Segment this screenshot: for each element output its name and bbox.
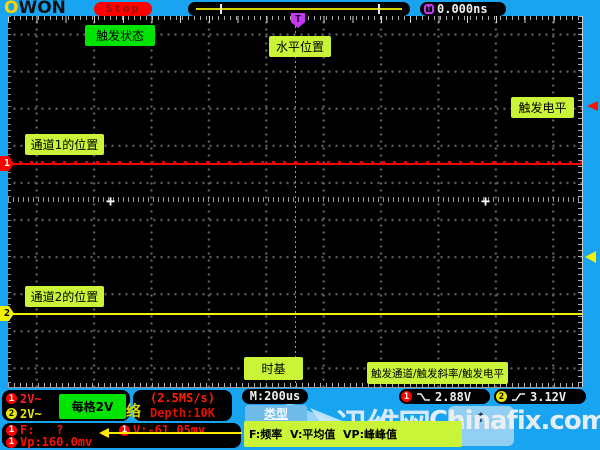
callout-trigger-status: 触发状态 (85, 25, 155, 46)
callout-volts-per-div: 每格2V (59, 394, 126, 419)
measurements-row2: 1 Vp:160.0mv (6, 436, 241, 448)
memory-depth: Depth:10K (133, 406, 232, 420)
trigger-readout-ch2: 2 3.12V (494, 389, 586, 404)
meas-vpp-badge: 1 (6, 437, 17, 448)
acquisition-box: (2.5MS/s) Depth:10K (133, 390, 232, 421)
meas-freq-badge: 1 (6, 425, 17, 436)
trigger-time-value: 0.000ns (437, 3, 488, 16)
memory-bar (196, 8, 402, 10)
callout-arrow-head (99, 428, 109, 438)
trigger-ch2-level: 3.12V (530, 390, 566, 404)
ch2-scale: 2V~ (20, 407, 42, 421)
window-right-tick (378, 4, 380, 14)
callout-arrow-line (108, 432, 242, 434)
meas-vpp: Vp:160.0mv (20, 435, 92, 449)
window-edge-marker-left: + (106, 192, 115, 210)
center-horizontal-axis (8, 197, 582, 202)
trigger-ch2-badge: 2 (496, 391, 507, 402)
trigger-t-icon: T (424, 4, 434, 14)
ch2-trace (8, 313, 582, 315)
trigger-ch1-level: 2.88V (435, 390, 471, 404)
callout-ch1-position: 通道1的位置 (25, 134, 104, 155)
sample-rate: (2.5MS/s) (133, 390, 232, 406)
callout-ch2-position: 通道2的位置 (25, 286, 104, 307)
ch1-trace (8, 163, 582, 165)
callout-horizontal-position: 水平位置 (269, 36, 331, 57)
rising-edge-icon (511, 392, 526, 402)
acquisition-status-badge: Stop (94, 2, 152, 16)
oscilloscope-screen: OWON Stop T 0.000ns + + T 触发状态 水平位置 触发电平… (0, 0, 600, 450)
trigger-time-readout: T 0.000ns (420, 2, 506, 16)
callout-timebase: 时基 (244, 357, 303, 380)
graticule: + + (8, 16, 582, 387)
callout-measure-hint: F:频率 V:平均值 VP:峰峰值 (244, 421, 462, 447)
measurements-box: 1 F: ? 1 V:-61.05mv 1 Vp:160.0mv (2, 423, 241, 448)
ch1-badge: 1 (6, 393, 17, 404)
meas-mean: V:-61.05mv (133, 423, 205, 437)
ch2-badge: 2 (6, 408, 17, 419)
callout-trigger-level: 触发电平 (511, 97, 574, 118)
window-edge-marker-right: + (481, 192, 490, 210)
trigger-level-arrow-ch2 (585, 251, 596, 263)
ch1-scale: 2V~ (20, 392, 42, 406)
callout-trigger-settings: 触发通道/触发斜率/触发电平 (367, 362, 508, 384)
trigger-level-arrow-ch1 (587, 101, 598, 111)
main-timebase-readout: M:200us (242, 389, 308, 404)
watermark-fragment: 络 (126, 400, 141, 421)
window-left-tick (220, 4, 222, 14)
